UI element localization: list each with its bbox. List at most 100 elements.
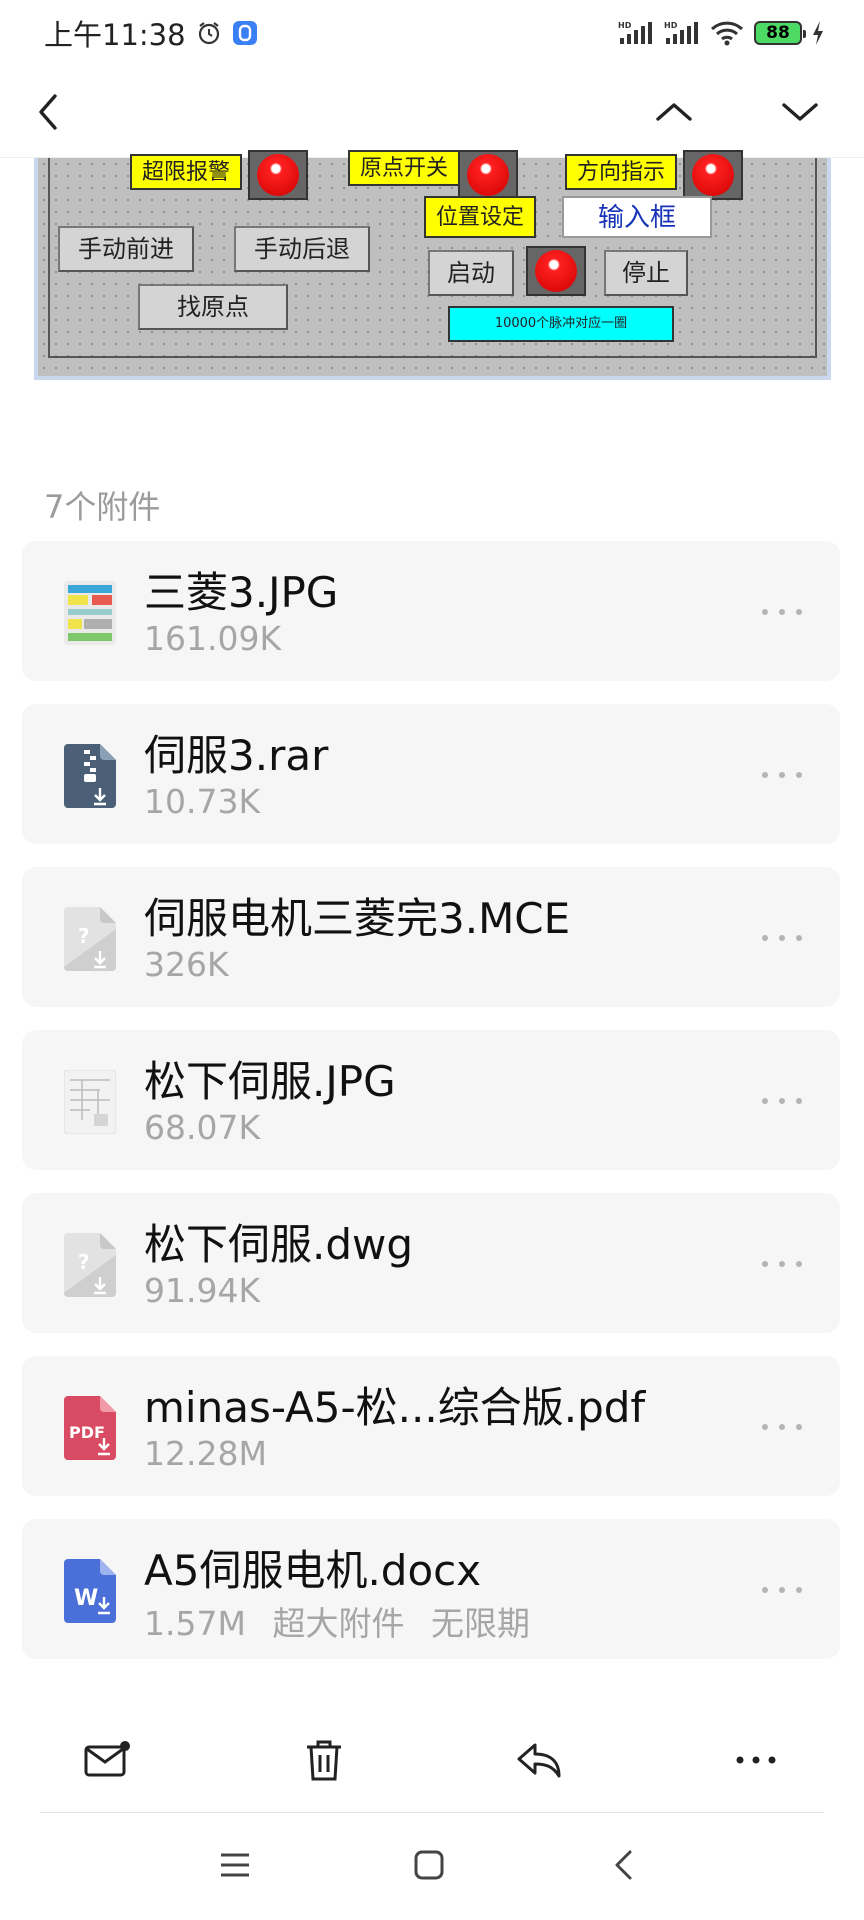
home-button[interactable]: [404, 1840, 454, 1890]
attachment-size: 68.07K: [144, 1108, 261, 1147]
unknown-file-icon: ?: [64, 907, 116, 971]
signal-hd-1-icon: HD: [618, 20, 654, 46]
hmi-button-find-origin: 找原点: [138, 284, 288, 330]
more-horizontal-icon: [736, 1756, 776, 1764]
attachment-more-button[interactable]: [762, 923, 802, 953]
hmi-button-start: 启动: [428, 250, 514, 296]
charging-icon: [812, 21, 824, 45]
attachment-name: A5伺服电机.docx: [144, 1546, 482, 1595]
chevron-up-icon: [656, 103, 692, 121]
attachment-size-row: 10.73K: [144, 782, 260, 821]
hmi-label-direction: 方向指示: [565, 154, 678, 190]
attachment-size-row: 161.09K: [144, 619, 281, 658]
signal-hd-2-icon: HD: [664, 20, 700, 46]
reply-icon: [517, 1743, 561, 1778]
hmi-label-origin-switch: 原点开关: [348, 150, 461, 186]
status-bar: 上午11:38 HD HD 88: [0, 0, 864, 66]
attachment-name: 伺服3.rar: [144, 731, 329, 780]
svg-text:W: W: [74, 1586, 98, 1611]
attachment-name: 松下伺服.JPG: [144, 1057, 396, 1106]
trash-icon: [307, 1740, 341, 1781]
system-back-button[interactable]: [598, 1840, 648, 1890]
mail-unread-icon: [84, 1741, 130, 1777]
nav-bar: [0, 66, 864, 158]
notification-app-icon: [232, 20, 258, 46]
reply-button[interactable]: [510, 1730, 570, 1790]
hmi-button-backward: 手动后退: [234, 226, 370, 272]
archive-file-icon: [64, 744, 116, 808]
attachment-size: 326K: [144, 945, 229, 984]
attachment-size-row: 1.57M 超大附件 无限期: [144, 1597, 530, 1645]
alarm-clock-icon: [196, 20, 222, 46]
hmi-button-forward: 手动前进: [58, 226, 194, 272]
unknown-file-icon: ?: [64, 1233, 116, 1297]
attachment-size: 10.73K: [144, 782, 261, 821]
previous-mail-button[interactable]: [646, 84, 702, 140]
triangle-back-icon: [615, 1850, 632, 1880]
image-thumbnail-icon: [64, 581, 116, 645]
mark-unread-button[interactable]: [78, 1730, 138, 1790]
hmi-pulse-note: 10000个脉冲对应一圈: [448, 306, 674, 342]
svg-text:HD: HD: [618, 21, 632, 30]
attachment-card[interactable]: 伺服3.rar 10.73K: [22, 704, 840, 844]
more-actions-button[interactable]: [726, 1730, 786, 1790]
pdf-file-icon: PDF: [64, 1396, 116, 1460]
attachment-name: minas-A5-松...综合版.pdf: [144, 1383, 646, 1432]
word-file-icon: W: [64, 1559, 116, 1623]
bottom-divider: [40, 1812, 824, 1813]
attachment-card[interactable]: W A5伺服电机.docx 1.57M 超大附件 无限期: [22, 1519, 840, 1659]
bottom-action-bar: [0, 1710, 864, 1810]
attachment-size-row: 68.07K: [144, 1108, 260, 1147]
attachment-large-tag: 超大附件: [272, 1604, 405, 1643]
attachment-card[interactable]: PDF minas-A5-松...综合版.pdf 12.28M: [22, 1356, 840, 1496]
attachment-card[interactable]: 三菱3.JPG 161.09K: [22, 541, 840, 681]
hmi-lamp-run: [526, 246, 586, 296]
image-thumbnail-icon: [64, 1070, 116, 1134]
attachment-name: 伺服电机三菱完3.MCE: [144, 894, 571, 943]
svg-text:?: ?: [78, 924, 90, 948]
svg-text:PDF: PDF: [69, 1423, 105, 1442]
delete-button[interactable]: [294, 1730, 354, 1790]
attachment-size: 1.57M: [144, 1604, 246, 1643]
battery-indicator: 88: [754, 21, 806, 45]
svg-text:?: ?: [78, 1250, 90, 1274]
attachment-size-row: 326K: [144, 945, 229, 984]
hmi-input-box: 输入框: [562, 196, 712, 238]
attachment-size: 12.28M: [144, 1434, 267, 1473]
back-button[interactable]: [20, 84, 76, 140]
attachments-count: 7个附件: [44, 488, 161, 526]
hmi-lamp-origin: [458, 150, 518, 200]
attachment-card[interactable]: ? 伺服电机三菱完3.MCE 326K: [22, 867, 840, 1007]
menu-lines-icon: [221, 1853, 249, 1877]
attachment-more-button[interactable]: [762, 1412, 802, 1442]
attachment-more-button[interactable]: [762, 760, 802, 790]
hmi-lamp-direction: [683, 150, 743, 200]
attachment-size: 91.94K: [144, 1271, 261, 1310]
wifi-icon: [710, 20, 744, 46]
attachment-expiry: 无限期: [430, 1604, 530, 1643]
hmi-lamp-alarm: [248, 150, 308, 200]
hmi-label-position: 位置设定: [424, 196, 537, 238]
square-home-icon: [414, 1850, 444, 1880]
battery-level: 88: [766, 23, 790, 43]
hmi-label-over-limit: 超限报警: [130, 154, 243, 190]
system-navigation: [0, 1830, 864, 1900]
attachment-size-row: 12.28M: [144, 1434, 267, 1473]
status-left: 上午11:38: [44, 12, 258, 54]
attachment-more-button[interactable]: [762, 597, 802, 627]
next-mail-button[interactable]: [772, 84, 828, 140]
attachment-more-button[interactable]: [762, 1086, 802, 1116]
attachment-size-row: 91.94K: [144, 1271, 260, 1310]
status-right: HD HD 88: [618, 20, 824, 46]
attachment-name: 三菱3.JPG: [144, 568, 339, 617]
attachment-card[interactable]: ? 松下伺服.dwg 91.94K: [22, 1193, 840, 1333]
attachment-name: 松下伺服.dwg: [144, 1220, 414, 1269]
chevron-left-icon: [39, 94, 57, 130]
email-image-preview[interactable]: 超限报警 原点开关 方向指示 位置设定 输入框 手动前进 手动后退 找原点 启动…: [34, 150, 831, 380]
recent-apps-button[interactable]: [210, 1840, 260, 1890]
attachment-card[interactable]: 松下伺服.JPG 68.07K: [22, 1030, 840, 1170]
attachment-more-button[interactable]: [762, 1575, 802, 1605]
attachment-more-button[interactable]: [762, 1249, 802, 1279]
svg-text:HD: HD: [664, 21, 678, 30]
status-time: 上午11:38: [44, 18, 186, 52]
